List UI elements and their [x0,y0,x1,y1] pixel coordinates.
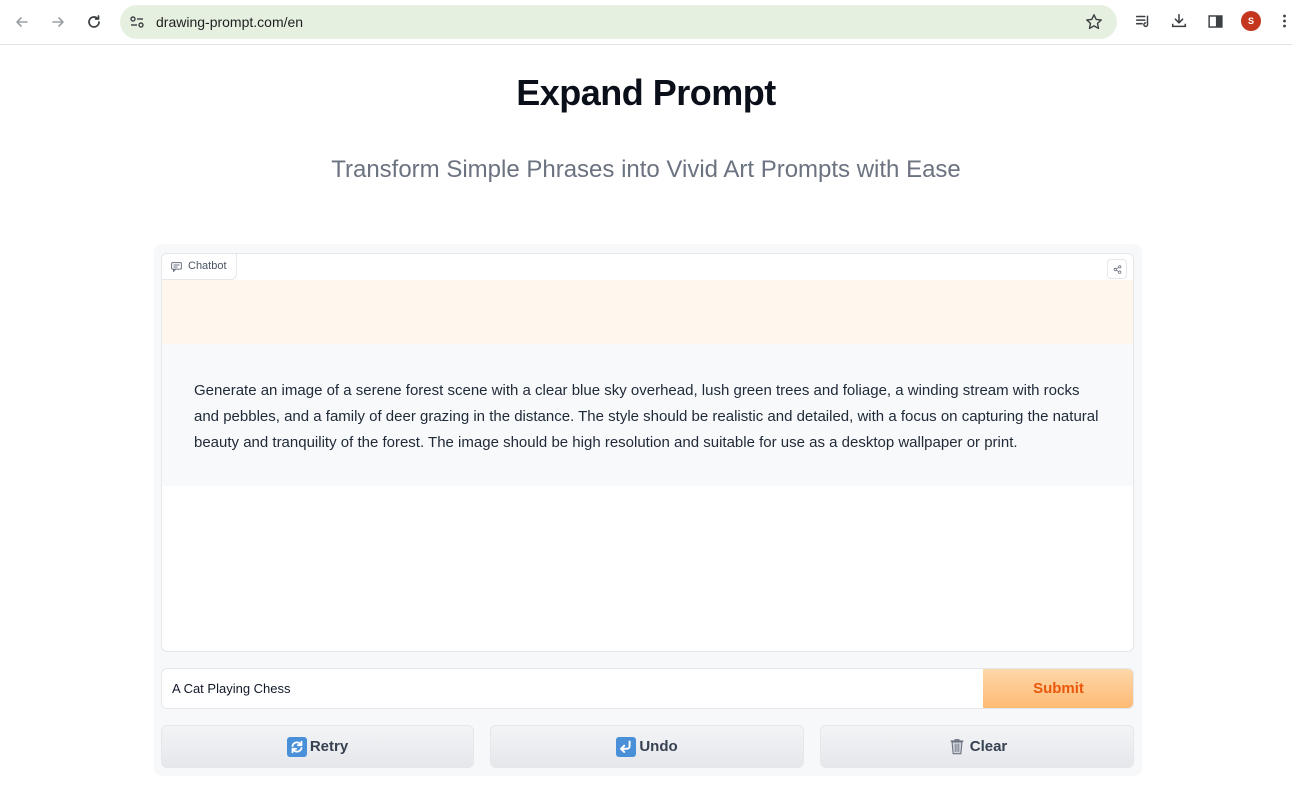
profile-avatar[interactable]: S [1241,11,1261,31]
undo-label: Undo [639,738,678,755]
retry-label: Retry [309,738,349,755]
bot-message: Generate an image of a serene forest sce… [162,344,1133,486]
back-button[interactable] [10,10,34,34]
prompt-row: Submit [161,668,1134,709]
forward-button[interactable] [46,10,70,34]
user-message [162,280,1133,344]
site-settings-icon[interactable] [129,14,145,30]
more-menu-icon[interactable] [1277,11,1291,31]
trash-icon [947,737,967,757]
reload-button[interactable] [82,10,106,34]
address-bar[interactable]: drawing-prompt.com/en [120,5,1117,39]
chatbot-label: Chatbot [162,254,237,280]
chatbot: Chatbot Generate an image of a serene fo… [161,253,1134,652]
side-panel-icon[interactable] [1205,11,1225,31]
page-subtitle: Transform Simple Phrases into Vivid Art … [331,156,961,183]
bookmark-star-icon[interactable] [1085,13,1103,31]
arrow-left-icon [16,17,28,27]
clear-label: Clear [969,738,1008,755]
retry-button[interactable]: Retry [161,725,474,768]
undo-icon [616,736,637,757]
reload-icon [88,15,100,28]
prompt-input[interactable] [162,669,983,708]
share-button[interactable] [1107,259,1127,279]
download-icon[interactable] [1169,11,1189,31]
reading-list-icon[interactable] [1133,11,1153,31]
arrow-right-icon [52,17,64,27]
page-title: Expand Prompt [516,72,776,113]
submit-button[interactable]: Submit [983,669,1133,708]
browser-toolbar: drawing-prompt.com/en S [0,0,1292,45]
undo-button[interactable]: Undo [490,725,804,768]
chatbot-label-text: Chatbot [188,260,227,272]
share-icon [1113,264,1121,274]
clear-button[interactable]: Clear [820,725,1134,768]
chat-icon [171,262,182,272]
retry-icon [286,736,307,757]
url-text: drawing-prompt.com/en [156,14,304,30]
